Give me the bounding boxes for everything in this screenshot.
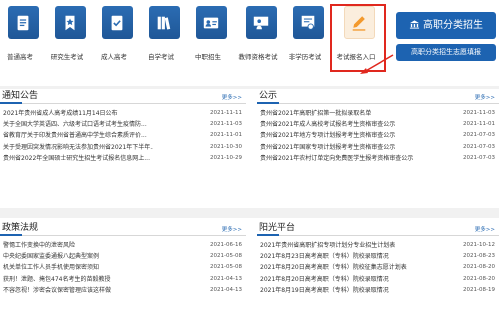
more-link[interactable]: 更多>> [475, 93, 495, 101]
section-header: 阳光平台 更多>> [257, 222, 499, 236]
red-arrow-annotation [360, 54, 394, 74]
section-divider [0, 208, 499, 218]
list-item[interactable]: 贵州省2021年成人高校考试报名考生资格审查公示 2021-11-01 [257, 119, 499, 130]
list-item[interactable]: 2021年8月19日高考高职（专科）院校录取情况 2021-08-19 [257, 285, 499, 296]
policy-list: 警惕工作变换中的泄密风险 2021-06-16 中央纪委国家监委通报八起典型案例 2… [0, 240, 246, 296]
list-item[interactable]: 贵州省2022年全国硕士研究生招生考试报名信息网上... 2021-10-29 [0, 153, 246, 164]
list-item[interactable]: 贵州省2021年高职扩招第一批拟录取名单 2021-11-03 [257, 108, 499, 119]
list-item[interactable]: 获刑！泄题、掩包474名考生的苗毅教授 2021-04-13 [0, 274, 246, 285]
sunshine-section: 阳光平台 更多>> 2021年贵州省高职扩招专项计划分专业招生计划表 2021-1… [257, 222, 499, 296]
section-title: 通知公告 [2, 91, 39, 101]
more-link[interactable]: 更多>> [222, 225, 242, 233]
more-link[interactable]: 更多>> [475, 225, 495, 233]
list-item[interactable]: 关于受理因突发情况影响无法参加贵州省2021年下半年... 2021-10-30 [0, 142, 246, 153]
list-item[interactable]: 中央纪委国家监委通报八起典型案例 2021-05-08 [0, 251, 246, 262]
list-item[interactable]: 2021年贵州省成人高考成绩11月14日公布 2021-11-11 [0, 108, 246, 119]
sunshine-list: 2021年贵州省高职扩招专项计划分专业招生计划表 2021-10-12 2021年… [257, 240, 499, 296]
gongshi-list: 贵州省2021年高职扩招第一批拟录取名单 2021-11-03 贵州省2021年成… [257, 108, 499, 164]
title-underline [257, 102, 279, 104]
title-underline [0, 102, 22, 104]
section-divider [0, 86, 499, 89]
list-item[interactable]: 2021年贵州省高职扩招专项计划分专业招生计划表 2021-10-12 [257, 240, 499, 251]
section-title: 政策法规 [2, 223, 39, 233]
list-item[interactable]: 贵州省2021年国家专项计划报考考生资格审查公示 2021-07-03 [257, 142, 499, 153]
section-header: 公示 更多>> [257, 90, 499, 104]
list-item[interactable]: 不容忽视！涉密会议保密管理应该这样做 2021-04-13 [0, 285, 246, 296]
list-item[interactable]: 省教育厅关于印发贵州省普通高中学生综合素质评价... 2021-11-01 [0, 130, 246, 141]
exam-category-bar: 普通高考 研究生考试 成人高考 自学考试 中职招生 教师资格考试 非学历考试 考… [0, 0, 499, 82]
section-header: 通知公告 更多>> [0, 90, 246, 104]
list-item[interactable]: 贵州省2021年农村订单定向免费医学生报考资格审查公示 2021-07-03 [257, 153, 499, 164]
list-item[interactable]: 贵州省2021年地方专项计划报考考生资格审查公示 2021-07-03 [257, 130, 499, 141]
gongshi-section: 公示 更多>> 贵州省2021年高职扩招第一批拟录取名单 2021-11-03 贵… [257, 90, 499, 164]
list-item[interactable]: 警惕工作变换中的泄密风险 2021-06-16 [0, 240, 246, 251]
notice-list: 2021年贵州省成人高考成绩11月14日公布 2021-11-11 关于全国大学英… [0, 108, 246, 164]
section-title: 阳光平台 [259, 223, 296, 233]
title-underline [257, 234, 279, 236]
policy-section: 政策法规 更多>> 警惕工作变换中的泄密风险 2021-06-16 中央纪委国家监… [0, 222, 246, 296]
list-item[interactable]: 2021年8月20日高考高职（专科）院校录取情况 2021-08-20 [257, 274, 499, 285]
list-item[interactable]: 机关单位工作人员手机使用保密须知 2021-05-08 [0, 262, 246, 273]
list-item[interactable]: 关于全国大学英语四、六级考试口语考试考生疫情防... 2021-11-03 [0, 119, 246, 130]
notice-section: 通知公告 更多>> 2021年贵州省成人高考成绩11月14日公布 2021-11-… [0, 90, 246, 164]
more-link[interactable]: 更多>> [222, 93, 242, 101]
list-item[interactable]: 2021年8月23日高考高职（专科）院校录取情况 2021-08-23 [257, 251, 499, 262]
list-item[interactable]: 2021年8月20日高考高职（专科）院校征集志愿计划表 2021-08-20 [257, 262, 499, 273]
title-underline [0, 234, 22, 236]
section-title: 公示 [259, 91, 278, 101]
section-header: 政策法规 更多>> [0, 222, 246, 236]
